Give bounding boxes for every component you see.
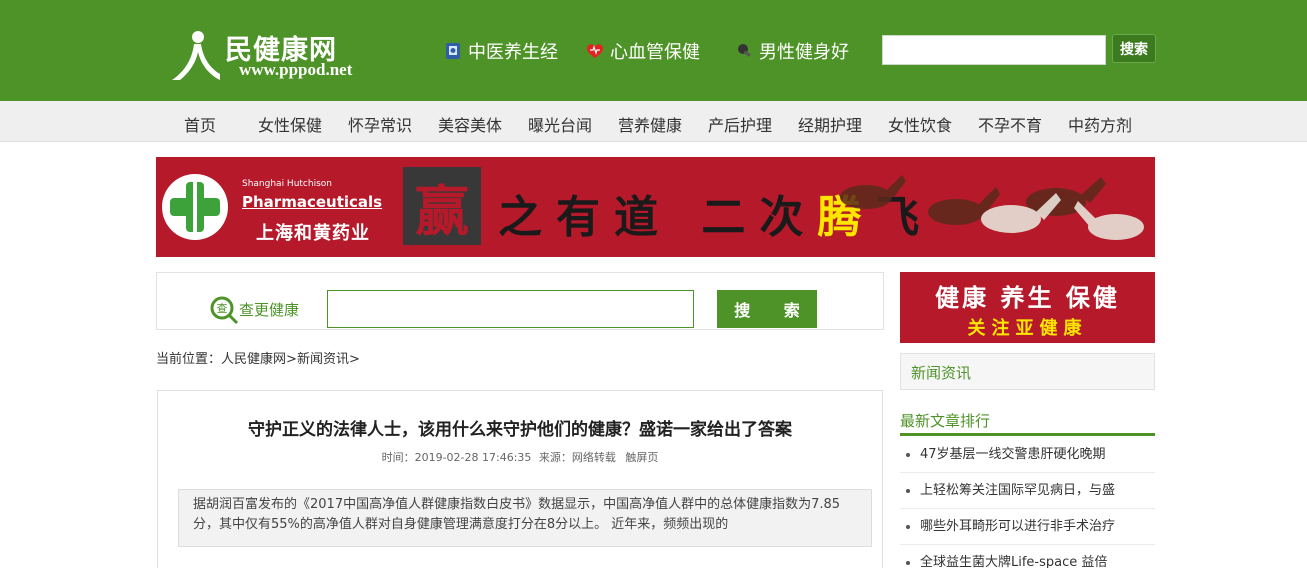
breadcrumb: 当前位置：人民健康网>新闻资讯> <box>156 348 360 367</box>
rank-divider <box>900 433 1155 436</box>
article-title: 守护正义的法律人士，该用什么来守护他们的健康？盛诺一家给出了答案 <box>248 420 792 440</box>
health-search-panel: 查 查更健康 搜 索 <box>156 272 884 330</box>
logo-url: www.pppod.net <box>239 60 353 79</box>
search-magnifier-icon: 查 <box>210 296 239 325</box>
sidebar-category-news[interactable]: 新闻资讯 <box>900 353 1155 390</box>
breadcrumb-separator: > <box>348 352 360 367</box>
menu-item-postpartum[interactable]: 产后护理 <box>708 112 772 136</box>
top-banner-ad[interactable]: Shanghai Hutchison Pharmaceuticals 上海和黄药… <box>156 157 1155 257</box>
breadcrumb-section[interactable]: 新闻资讯 <box>297 352 349 367</box>
menu-item-beauty[interactable]: 美容美体 <box>438 112 502 136</box>
menu-item-home[interactable]: 首页 <box>184 112 216 136</box>
article-card: 守护正义的法律人士，该用什么来守护他们的健康？盛诺一家给出了答案 时间：2019… <box>157 390 883 568</box>
banner-company-en-small: Shanghai Hutchison <box>242 179 332 189</box>
sidebar-ad-line2: 关注亚健康 <box>967 318 1088 339</box>
article-source: 来源：网络转载 <box>538 451 616 464</box>
menu-item-women-care[interactable]: 女性保健 <box>258 112 322 136</box>
pharma-logo <box>162 174 228 240</box>
menu-item-nutrition[interactable]: 营养健康 <box>618 112 682 136</box>
breadcrumb-separator: > <box>286 352 297 367</box>
menu-item-diet[interactable]: 女性饮食 <box>888 112 952 136</box>
green-cross-icon <box>170 182 220 232</box>
health-search-label: 查更健康 <box>239 301 300 319</box>
nav-link-label: 男性健身好 <box>759 42 849 63</box>
banner-company-en: Pharmaceuticals <box>242 193 383 211</box>
menu-item-herbal[interactable]: 中药方剂 <box>1068 112 1132 136</box>
rank-item[interactable]: 全球益生菌大牌Life-space 益倍 <box>900 545 1155 568</box>
nav-link-tcm[interactable]: 中医养生经 <box>444 38 558 64</box>
rank-item[interactable]: 哪些外耳畸形可以进行非手术治疗 <box>900 509 1155 545</box>
menu-item-menstrual[interactable]: 经期护理 <box>798 112 862 136</box>
article-meta: 时间：2019-02-28 17:46:35 来源：网络转载 触屏页 <box>158 449 882 465</box>
nav-link-label: 中医养生经 <box>468 42 558 63</box>
horses-illustration <box>840 175 1144 240</box>
menu-item-pregnancy[interactable]: 怀孕常识 <box>348 112 412 136</box>
health-search-button[interactable]: 搜 索 <box>717 290 817 328</box>
banner-company-cn: 上海和黄药业 <box>256 223 370 244</box>
article-touch-link[interactable]: 触屏页 <box>625 451 658 464</box>
banner-win-char: 赢 <box>403 167 481 245</box>
article-time: 时间：2019-02-28 17:46:35 <box>381 451 532 464</box>
breadcrumb-prefix: 当前位置： <box>156 352 222 367</box>
health-search-input[interactable] <box>327 290 694 328</box>
nav-link-cardio[interactable]: 心血管保健 <box>586 38 700 64</box>
rank-list: 47岁基层一线交警患肝硬化晚期 上轻松筹关注国际罕见病日，与盛 哪些外耳畸形可以… <box>900 437 1155 568</box>
rank-title: 最新文章排行 <box>900 412 991 430</box>
logo-person-icon <box>172 31 220 80</box>
header-search-button[interactable]: 搜索 <box>1112 34 1156 63</box>
main-menu: 首页 女性保健 怀孕常识 美容美体 曝光台闻 营养健康 产后护理 经期护理 女性… <box>0 101 1307 142</box>
breadcrumb-home[interactable]: 人民健康网 <box>221 352 286 367</box>
menu-item-infertility[interactable]: 不孕不育 <box>978 112 1042 136</box>
nav-link-label: 心血管保健 <box>610 42 700 63</box>
book-icon <box>446 43 460 59</box>
rank-item[interactable]: 上轻松筹关注国际罕见病日，与盛 <box>900 473 1155 509</box>
nav-link-fitness[interactable]: 男性健身好 <box>735 38 849 64</box>
heart-icon <box>587 44 603 58</box>
sidebar-ad-line1: 健康 养生 保健 <box>935 284 1120 312</box>
article-summary: 据胡润百富发布的《2017中国高净值人群健康指数白皮书》数据显示，中国高净值人群… <box>178 489 872 547</box>
site-header: 民健康网 www.pppod.net 中医养生经 心血管保健 男性健身好 搜索 <box>0 0 1307 101</box>
rank-item[interactable]: 47岁基层一线交警患肝硬化晚期 <box>900 437 1155 473</box>
banner-slogan-part1: 之有道 二次 <box>498 192 818 243</box>
sidebar-ad[interactable]: 健康 养生 保健 关注亚健康 <box>900 272 1155 343</box>
menu-item-exposure[interactable]: 曝光台闻 <box>528 112 592 136</box>
svg-text:查: 查 <box>217 301 228 315</box>
fitness-icon <box>738 44 751 57</box>
site-logo[interactable]: 民健康网 www.pppod.net <box>170 26 400 86</box>
header-search-input[interactable] <box>882 35 1106 65</box>
